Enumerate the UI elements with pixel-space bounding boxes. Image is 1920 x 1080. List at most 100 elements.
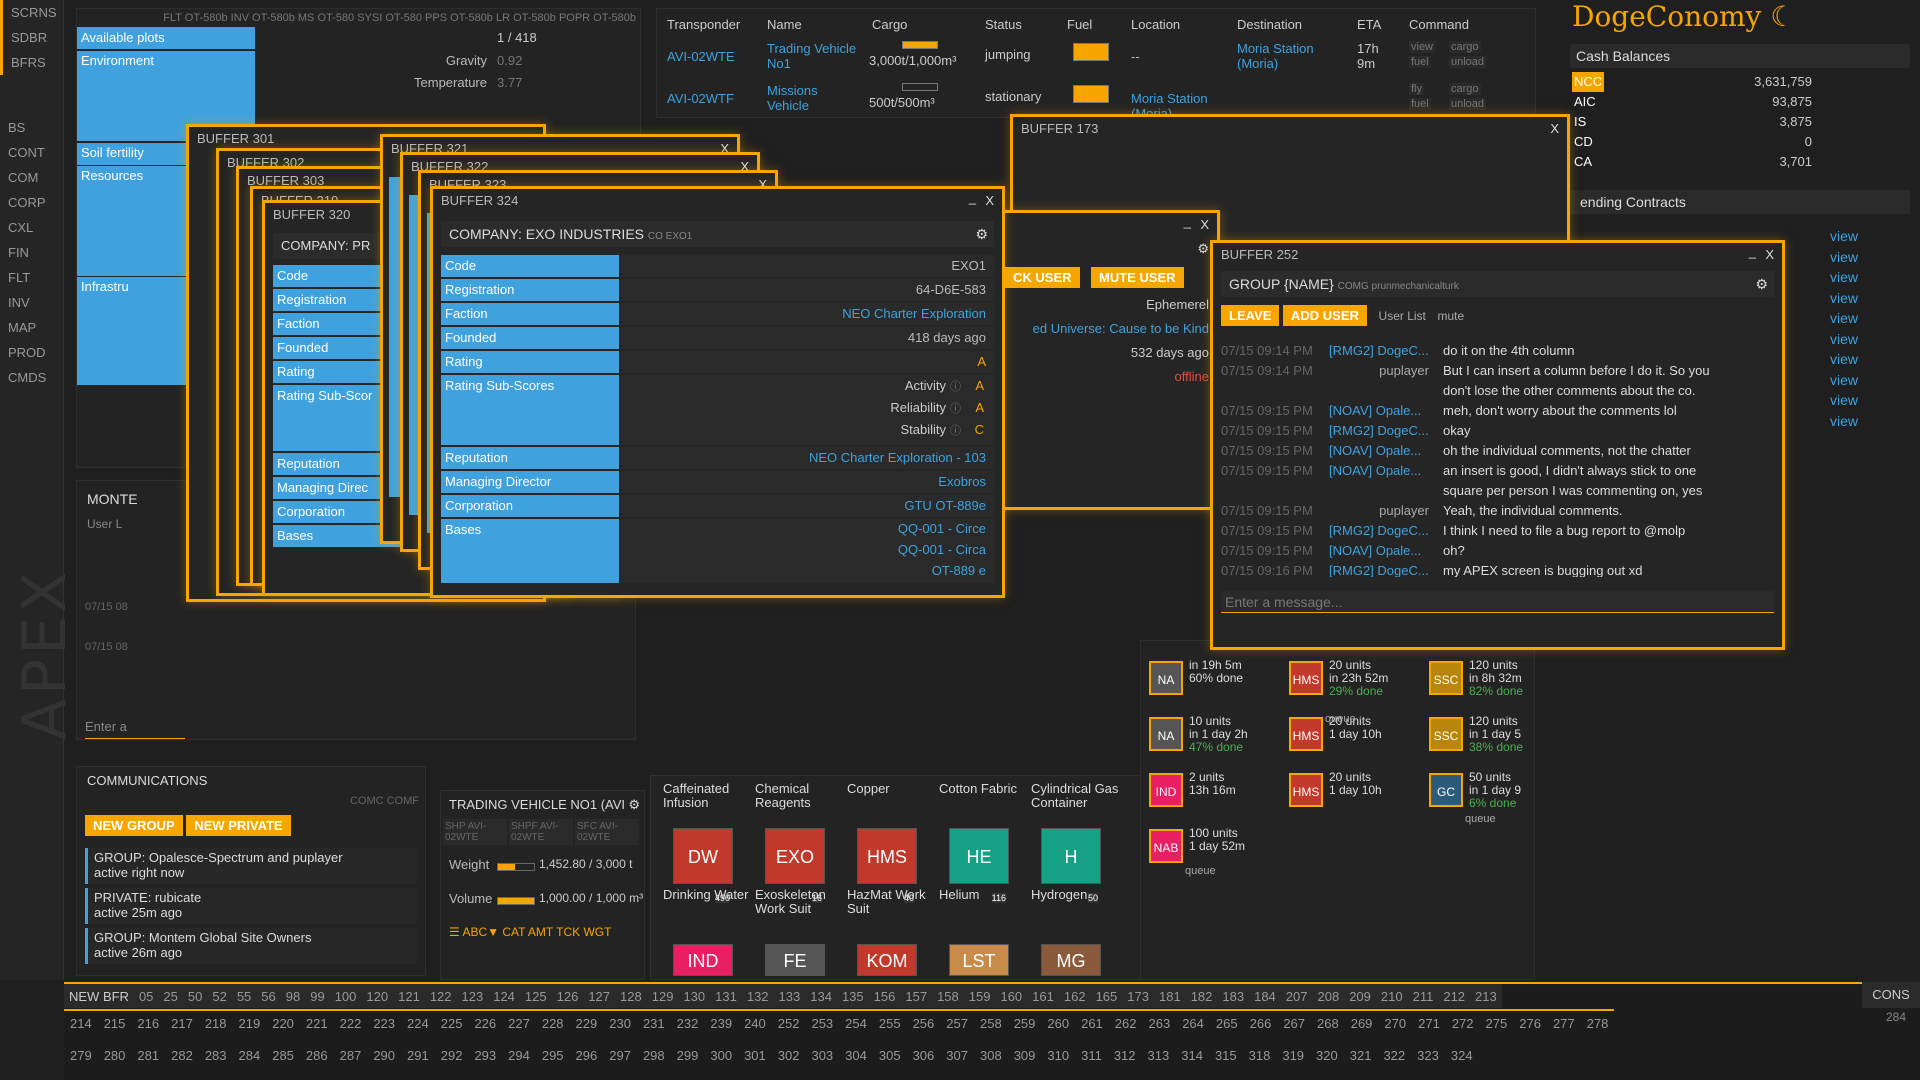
fleet-header[interactable]: Name	[767, 17, 802, 32]
comm-item[interactable]: PRIVATE: rubicate active 25m ago	[85, 888, 417, 924]
buffer-tab[interactable]: 301	[738, 1043, 772, 1069]
buffer-tab[interactable]: 298	[637, 1043, 671, 1069]
chat-user[interactable]: [RMG2] DogeC...	[1329, 561, 1429, 577]
buffer-tab[interactable]: 05	[133, 984, 159, 1008]
production-tile[interactable]: SSC	[1429, 661, 1463, 695]
kick-user-button[interactable]: CK USER	[1005, 267, 1080, 288]
buffer-tab[interactable]: 211	[1407, 984, 1439, 1008]
buffer-tab[interactable]: 226	[468, 1009, 503, 1035]
inv-tile[interactable]: DW 490	[673, 828, 733, 903]
location-value[interactable]: --	[1131, 49, 1231, 64]
buffer-tab[interactable]: 322	[1377, 1043, 1411, 1069]
add-user-button[interactable]: ADD USER	[1283, 305, 1367, 326]
buffer-tab[interactable]: 300	[704, 1043, 738, 1069]
buffer-tab[interactable]: 305	[873, 1043, 907, 1069]
vehicle-name-link[interactable]: Trading Vehicle No1	[767, 41, 857, 71]
buffer-tab[interactable]: 230	[603, 1009, 637, 1035]
base-link[interactable]: QQ-001 - Circa	[898, 542, 986, 557]
chat-user[interactable]: [NOAV] Opale...	[1329, 541, 1429, 561]
fleet-header[interactable]: ETA	[1357, 17, 1381, 32]
buffer-tab[interactable]: 165	[1090, 984, 1123, 1008]
buffer-tab[interactable]: 292	[435, 1043, 469, 1069]
view-contract-link[interactable]: view	[1830, 351, 1870, 372]
fleet-header[interactable]: Location	[1131, 17, 1180, 32]
buffer-tab[interactable]: 232	[670, 1009, 705, 1035]
group-gear-icon[interactable]: ⚙	[1755, 271, 1768, 297]
buffer-tab[interactable]: 262	[1108, 1009, 1143, 1035]
transponder-link[interactable]: AVI-02WTF	[667, 91, 734, 106]
buffer-tab[interactable]: 255	[872, 1009, 907, 1035]
production-tile[interactable]: NA	[1149, 661, 1183, 695]
buffer-tab[interactable]: 315	[1209, 1043, 1243, 1069]
buffer-tab[interactable]: 287	[334, 1043, 368, 1069]
user-list-tab[interactable]: User List	[1379, 309, 1426, 323]
company-gear-icon[interactable]: ⚙	[975, 221, 988, 247]
group-message-input[interactable]: Enter a message...	[1221, 591, 1774, 613]
buffer-tab[interactable]: 284	[233, 1043, 267, 1069]
buffer-tab[interactable]: 229	[569, 1009, 604, 1035]
buffer-tab[interactable]: 304	[839, 1043, 873, 1069]
sidebar-item-prod[interactable]: PROD	[0, 340, 63, 365]
buffer-tab[interactable]: 127	[583, 984, 616, 1008]
fleet-header[interactable]: Cargo	[872, 17, 907, 32]
new-group-button[interactable]: NEW GROUP	[85, 815, 183, 836]
buffer-tab[interactable]: 283	[199, 1043, 233, 1069]
buffer-tab[interactable]: 256	[906, 1009, 941, 1035]
sidebar-item-map[interactable]: MAP	[0, 315, 63, 340]
chat-user[interactable]: [NOAV] Opale...	[1329, 441, 1429, 461]
buffer-tab[interactable]: 159	[963, 984, 996, 1008]
buffer-tab[interactable]: 271	[1412, 1009, 1446, 1035]
buffer-tab[interactable]: 253	[805, 1009, 840, 1035]
transponder-link[interactable]: AVI-02WTE	[667, 49, 735, 64]
buffer-tab[interactable]: 276	[1513, 1009, 1547, 1035]
fleet-cmd-unload[interactable]: unload	[1449, 56, 1487, 68]
buffer-tab[interactable]: 225	[434, 1009, 469, 1035]
buffer-tab[interactable]: 213	[1470, 984, 1502, 1008]
buffer-tab[interactable]: 218	[198, 1009, 233, 1035]
buffer-tab[interactable]: 323	[1411, 1043, 1445, 1069]
buffer-tab[interactable]: 215	[97, 1009, 132, 1035]
buffer-tab[interactable]: 308	[974, 1043, 1008, 1069]
buffer-tab[interactable]: 217	[165, 1009, 199, 1035]
buffer-tab[interactable]: 126	[551, 984, 584, 1008]
base-link[interactable]: OT-889 e	[932, 563, 986, 578]
buffer-tab[interactable]: 294	[502, 1043, 536, 1069]
production-tile[interactable]: GC	[1429, 773, 1463, 807]
buffer-tab[interactable]: 219	[232, 1009, 267, 1035]
production-tile[interactable]: IND	[1149, 773, 1183, 807]
buffer-tab[interactable]: 224	[401, 1009, 435, 1035]
sidebar-cmd-bfrs[interactable]: BFRS	[0, 50, 63, 75]
buffer-tab[interactable]: 135	[836, 984, 869, 1008]
field-value[interactable]: Exobros	[938, 474, 986, 489]
close-icon[interactable]: X	[985, 189, 994, 213]
sidebar-item-cxl[interactable]: CXL	[0, 215, 63, 240]
buffer-tab[interactable]: 319	[1276, 1043, 1310, 1069]
buffer-tab[interactable]: 184	[1249, 984, 1281, 1008]
inv-tile[interactable]: HMS 40	[857, 828, 917, 903]
buffer-tab[interactable]: 221	[299, 1009, 334, 1035]
buffer-tab[interactable]: 265	[1209, 1009, 1244, 1035]
fleet-header[interactable]: Transponder	[667, 17, 740, 32]
buffer-tab[interactable]: 252	[771, 1009, 806, 1035]
buffer-tab[interactable]: 310	[1041, 1043, 1075, 1069]
buffer-tab[interactable]: 162	[1058, 984, 1091, 1008]
buffer-tab[interactable]: 98	[280, 984, 306, 1008]
buffer-tab[interactable]: 56	[256, 984, 281, 1008]
tv-sort-bar[interactable]: ☰ ABC▼ CAT AMT TCK WGT	[441, 925, 644, 939]
buffer-tab[interactable]: 296	[570, 1043, 604, 1069]
field-value[interactable]: NEO Charter Exploration - 103	[809, 450, 986, 465]
buffer-tab[interactable]: 227	[502, 1009, 536, 1035]
sidebar-item-flt[interactable]: FLT	[0, 265, 63, 290]
inv-tile[interactable]: HE 116	[949, 828, 1009, 903]
mute-user-button[interactable]: MUTE USER	[1091, 267, 1184, 288]
monte-input[interactable]: Enter a	[85, 719, 185, 739]
sidebar-cmd-sdbr[interactable]: SDBR	[0, 25, 63, 50]
view-contract-link[interactable]: view	[1830, 310, 1870, 331]
buffer-tab[interactable]: 311	[1075, 1043, 1108, 1069]
buffer-tab[interactable]: 268	[1311, 1009, 1345, 1035]
buffer-tab[interactable]: 231	[636, 1009, 671, 1035]
buffer-tab[interactable]: 275	[1479, 1009, 1514, 1035]
tv-tab-shp[interactable]: SHP AVI-02WTE	[443, 819, 507, 845]
comm-item[interactable]: GROUP: Montem Global Site Owners active 2…	[85, 928, 417, 964]
inv-tile[interactable]: IND	[673, 944, 733, 976]
